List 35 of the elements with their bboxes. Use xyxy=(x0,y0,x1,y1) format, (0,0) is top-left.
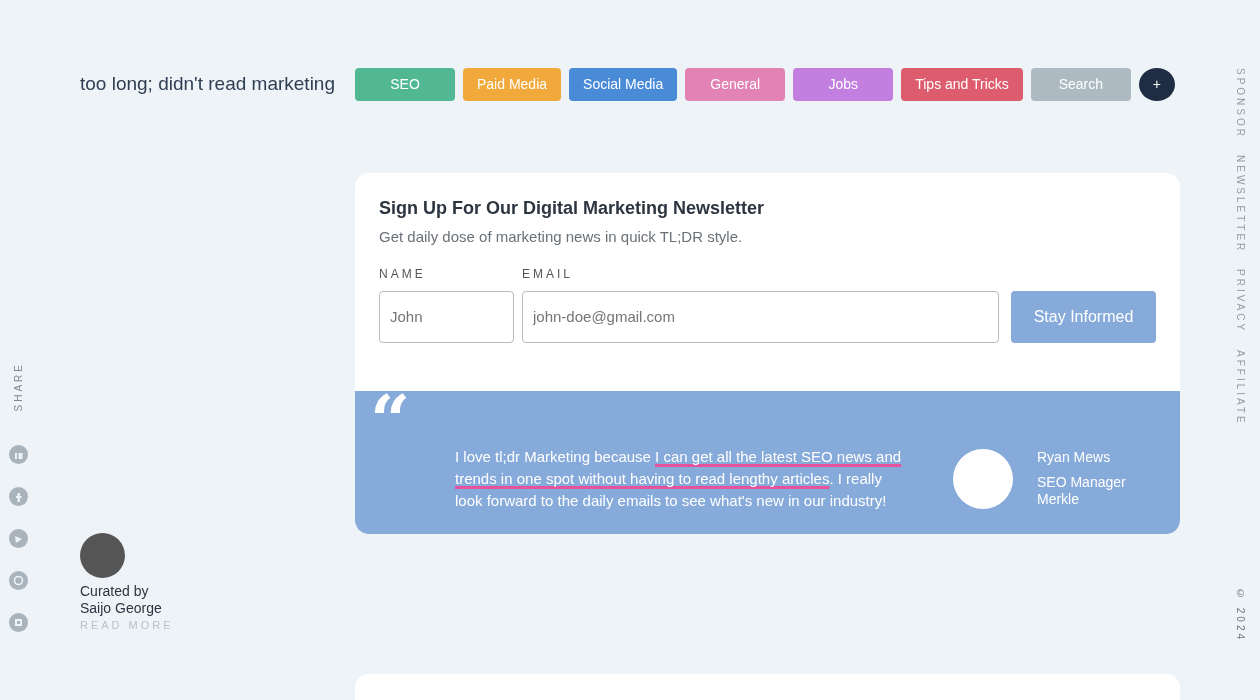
field-label: EMAIL xyxy=(522,265,574,283)
testimonial-quote: I love tl;dr Marketing because I can get all the latest SEO news and trends in one spot without having to read lengthy articles. I really look forward to the daily emails to see what's new in our industry! xyxy=(455,446,903,511)
category-button[interactable]: Tips and Tricks xyxy=(901,67,1023,101)
newsletter-subtitle: Get daily dose of marketing news in quick TL;DR style. xyxy=(379,227,744,247)
newsletter-title: Sign Up For Our Digital Marketing Newsletter xyxy=(379,197,766,220)
category-button[interactable]: Paid Media xyxy=(463,67,562,101)
input-field[interactable]: john-doe@gmail.com xyxy=(522,290,999,343)
person-company: Merkle xyxy=(1037,491,1080,508)
curator-name: Saijo George xyxy=(80,599,163,617)
copyright-text: © 2024 xyxy=(1234,587,1247,642)
category-button[interactable]: General xyxy=(685,67,786,101)
social-share-icon[interactable] xyxy=(8,571,28,591)
add-button[interactable]: + xyxy=(1138,67,1175,101)
social-share-icon[interactable] xyxy=(8,613,28,633)
footer-link[interactable]: SPONSOR xyxy=(1233,68,1248,139)
input-field[interactable]: John xyxy=(379,290,514,343)
quote-icon: “ xyxy=(370,395,422,446)
site-logo-text[interactable]: too long; didn't read marketing xyxy=(80,74,335,94)
curator-label: Curated by xyxy=(80,582,150,600)
subscribe-button[interactable]: Stay Informed xyxy=(1011,290,1156,343)
person-role: SEO Manager xyxy=(1037,474,1126,491)
category-button[interactable]: Search xyxy=(1030,67,1131,101)
social-share-icon[interactable] xyxy=(8,529,28,549)
social-share-icon[interactable] xyxy=(8,487,28,507)
category-button[interactable]: SEO xyxy=(355,67,455,101)
category-button[interactable]: Jobs xyxy=(793,67,894,101)
footer-link[interactable]: NEWSLETTER xyxy=(1233,155,1248,254)
footer-link[interactable]: PRIVACY xyxy=(1233,269,1248,334)
share-label: SHARE xyxy=(11,362,25,412)
footer-link[interactable]: AFFILIATE xyxy=(1233,349,1248,426)
social-share-icon[interactable] xyxy=(8,445,28,465)
person-name: Ryan Mews xyxy=(1037,449,1112,466)
category-button[interactable]: Social Media xyxy=(569,67,678,101)
curator-avatar-placeholder xyxy=(80,532,125,578)
field-label: NAME xyxy=(379,265,427,283)
